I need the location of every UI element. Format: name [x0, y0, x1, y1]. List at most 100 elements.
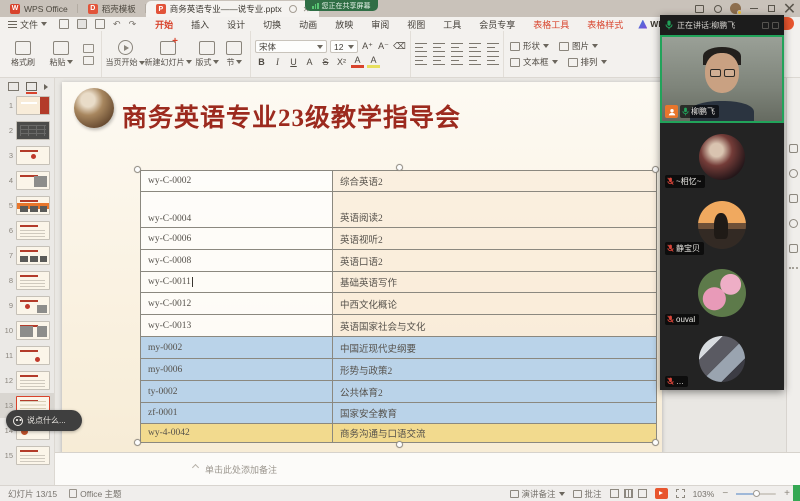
tab-table-style[interactable]: 表格样式	[578, 18, 632, 31]
table-cell-code[interactable]: wy-C-0012	[141, 293, 333, 314]
normal-view-icon[interactable]	[610, 489, 619, 498]
comments-button[interactable]: 批注	[573, 488, 602, 500]
video-tile[interactable]: 静宝贝	[660, 191, 784, 258]
table-cell-code[interactable]: wy-C-0013	[141, 315, 333, 336]
table-cell-code[interactable]: wy-C-0004	[141, 192, 333, 227]
zoom-in-button[interactable]: +	[784, 489, 790, 499]
slide-sorter-view-icon[interactable]	[624, 489, 633, 498]
slide-thumbnail[interactable]: 8	[0, 268, 54, 293]
table-cell-name[interactable]: 基础英语写作	[333, 272, 656, 292]
screen-share-banner[interactable]: 您正在共享屏幕	[305, 0, 378, 11]
minimize-button[interactable]	[748, 3, 759, 14]
table-cell-name[interactable]: 综合英语2	[333, 171, 656, 191]
tab-animation[interactable]: 动画	[290, 18, 326, 31]
section-button[interactable]: 节	[222, 41, 246, 68]
table-cell-code[interactable]: my-0002	[141, 337, 333, 358]
shrink-font-button[interactable]: A⁻	[377, 41, 390, 52]
close-button[interactable]: ✕	[784, 3, 795, 14]
table-cell-code[interactable]: zf-0001	[141, 403, 333, 423]
align-center-icon[interactable]	[433, 56, 445, 65]
superscript-button[interactable]: X²	[335, 57, 348, 67]
selection-handle[interactable]	[134, 439, 141, 446]
align-left-icon[interactable]	[415, 56, 427, 65]
table-cell-name[interactable]: 中国近现代史纲要	[333, 337, 656, 358]
table-cell-name[interactable]: 形势与政策2	[333, 359, 656, 380]
animation-panel-icon[interactable]	[789, 169, 798, 178]
char-spacing-button[interactable]: A	[303, 57, 316, 67]
font-color-button[interactable]: A	[351, 56, 364, 68]
video-tile[interactable]: ~相忆~	[660, 123, 784, 191]
numbering-icon[interactable]	[433, 43, 445, 52]
bold-button[interactable]: B	[255, 57, 268, 67]
play-from-current-button[interactable]: 当页开始	[106, 40, 144, 68]
selection-handle[interactable]	[396, 164, 403, 171]
indent-decrease-icon[interactable]	[451, 43, 463, 52]
table-cell-name[interactable]: 商务沟通与口语交流	[333, 424, 656, 442]
print-preview-icon[interactable]	[95, 19, 105, 29]
tab-transition[interactable]: 切换	[254, 18, 290, 31]
slide-thumbnail[interactable]: 1	[0, 93, 54, 118]
slide-thumbnail[interactable]: 6	[0, 218, 54, 243]
table-cell-name[interactable]: 国家安全教育	[333, 403, 656, 423]
font-name-select[interactable]: 宋体	[255, 40, 327, 53]
table-cell-code[interactable]: wy-4-0042	[141, 424, 333, 442]
print-icon[interactable]	[77, 19, 87, 29]
tab-wps-home[interactable]: W WPS Office	[0, 0, 78, 17]
layout-grid-icon[interactable]	[762, 22, 769, 29]
selection-handle[interactable]	[652, 439, 659, 446]
tab-member[interactable]: 会员专享	[470, 18, 524, 31]
speaker-notes-button[interactable]: 演讲备注	[510, 488, 565, 500]
layout-switch-icon[interactable]	[694, 3, 705, 14]
table-cell-name[interactable]: 英语口语2	[333, 250, 656, 271]
notes-resize-grip[interactable]	[192, 464, 199, 471]
slide-thumbnail[interactable]: 15	[0, 443, 54, 468]
table-cell-code[interactable]: wy-C-0006	[141, 228, 333, 249]
picture-button[interactable]: 图片	[559, 40, 598, 52]
format-painter-button[interactable]: 格式刷	[4, 41, 42, 68]
indent-increase-icon[interactable]	[469, 43, 481, 52]
clear-format-button[interactable]: ⌫	[393, 41, 406, 52]
table-cell-name[interactable]: 英语国家社会与文化	[333, 315, 656, 336]
skin-settings-icon[interactable]	[712, 3, 723, 14]
maximize-button[interactable]	[766, 3, 777, 14]
more-tools-icon[interactable]	[789, 267, 799, 270]
table-cell-code[interactable]: ty-0002	[141, 381, 333, 402]
slide-thumbnail[interactable]: 9	[0, 293, 54, 318]
table-cell-name[interactable]: 中西文化概论	[333, 293, 656, 314]
zoom-slider[interactable]	[736, 493, 776, 495]
fullscreen-icon[interactable]	[676, 489, 685, 498]
underline-button[interactable]: U	[287, 57, 300, 67]
tab-tools[interactable]: 工具	[434, 18, 470, 31]
tab-insert[interactable]: 插入	[182, 18, 218, 31]
table-cell-code[interactable]: my-0006	[141, 359, 333, 380]
tab-document[interactable]: P 商务英语专业——说专业.pptx ✕	[146, 1, 320, 17]
text-box-button[interactable]: 文本框	[510, 56, 558, 68]
justify-icon[interactable]	[469, 56, 481, 65]
bullets-icon[interactable]	[415, 43, 427, 52]
table-cell-code[interactable]: wy-C-0008	[141, 250, 333, 271]
table-cell-code[interactable]: wy-C-0002	[141, 171, 333, 191]
slide-title[interactable]: 商务英语专业23级教学指导会	[122, 98, 461, 134]
font-size-select[interactable]: 12	[330, 40, 358, 53]
grow-font-button[interactable]: A⁺	[361, 41, 374, 52]
meeting-video-panel[interactable]: 正在讲话:柳鹏飞 柳鹏飞	[660, 15, 784, 390]
table-cell-name[interactable]: 英语阅读2	[333, 192, 656, 227]
slide-thumbnail[interactable]: 12	[0, 368, 54, 393]
slide-thumbnail[interactable]: 5	[0, 193, 54, 218]
selection-handle[interactable]	[396, 441, 403, 448]
quick-comment-tooltip[interactable]: 说点什么...	[6, 410, 82, 431]
layout-button[interactable]: 版式	[192, 41, 222, 68]
tab-home[interactable]: 开始	[146, 18, 182, 31]
paste-button[interactable]: 粘贴	[42, 41, 80, 68]
arrange-button[interactable]: 排列	[568, 56, 607, 68]
strikethrough-button[interactable]: S	[319, 57, 332, 67]
outline-view-icon[interactable]	[8, 82, 19, 91]
table-cell-name[interactable]: 英语视听2	[333, 228, 656, 249]
new-slide-button[interactable]: 新建幻灯片	[144, 41, 192, 68]
tab-design[interactable]: 设计	[218, 18, 254, 31]
reading-view-icon[interactable]	[638, 489, 647, 498]
design-panel-icon[interactable]	[789, 194, 798, 203]
copy-icon[interactable]	[83, 56, 94, 65]
tab-docer-template[interactable]: D 稻壳模板	[78, 0, 146, 17]
video-tile[interactable]: …	[660, 328, 784, 390]
